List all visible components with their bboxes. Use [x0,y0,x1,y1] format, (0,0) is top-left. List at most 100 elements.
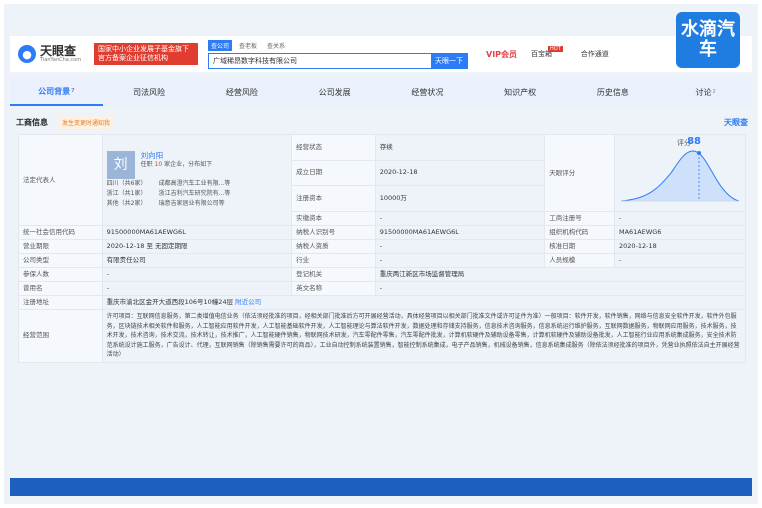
tab-company-background[interactable]: 公司背景 7 [10,78,103,106]
addr-value: 重庆市渝北区金开大道西段106号10幢24层 [106,298,234,306]
en-key: 英文名称 [291,281,376,296]
reg-value: - [613,211,747,226]
summary-num: 10 [154,161,163,168]
section-tabs: 公司背景 7 司法风险 经营风险 公司发展 经营状况 知识产权 历史信息 讨论 2 [10,78,752,106]
business-info-table: 法定代表人 刘 刘向阳 任职 10 家企业，分布如下 四川（共6家） 成都高澄汽车… [18,134,747,363]
company-dist-row[interactable]: 其他（共2家） 瑞意吉家居业有限公司等 [107,199,287,209]
promo-banner[interactable]: 国家中小企业发展子基金旗下 官方备案企业征信机构 [94,43,198,65]
watermark-logo: 水滴汽车 [676,12,740,68]
paid-value: - [374,211,546,226]
org-key: 组织机构代码 [544,225,615,240]
addr-key: 注册地址 [18,295,103,310]
taxq-value: - [374,239,546,254]
credit-value: 91500000MA61AEWG6L [101,225,293,240]
tab-history[interactable]: 历史信息 [567,78,660,106]
tab-label: 历史信息 [596,87,629,97]
brand-logo: 天眼查 [724,117,748,127]
logo-icon: ● [18,45,36,63]
hot-badge: HOT [548,46,563,52]
logo-text: 天眼查 [40,44,77,58]
type-value: 有限责任公司 [101,253,293,268]
promo-line-2: 官方备案企业征信机构 [98,54,168,62]
avatar[interactable]: 刘 [106,151,135,179]
score-cell[interactable]: 评分 88 [613,134,747,212]
search-tab-relation[interactable]: 查关系 [264,40,288,51]
former-value: - [101,281,293,296]
authority-key: 登记机关 [291,267,376,282]
search-tabs: 查公司 查老板 查关系 [208,39,468,51]
search-input[interactable] [209,53,431,68]
industry-value: - [374,253,546,268]
tab-label: 讨论 [695,87,712,97]
notify-button[interactable]: 发生变更时通知我 [58,115,115,129]
nav-partner[interactable]: 合作通道 [581,49,609,59]
company-dist-row[interactable]: 浙江（共1家） 浙江吉利汽车研究院有...等 [107,189,287,199]
dist-province: 其他（共2家） [106,200,147,207]
tab-label: 经营状况 [411,87,444,97]
top-bar: ● 天眼查 TianYanCha.com 国家中小企业发展子基金旗下 官方备案企… [10,36,752,72]
capital-key: 注册资本 [291,185,376,212]
legal-rep-summary: 任职 10 家企业，分布如下 [141,160,213,169]
legal-rep-name[interactable]: 刘向阳 [141,151,213,160]
logo[interactable]: ● 天眼查 TianYanCha.com [18,45,88,63]
section-header: 工商信息 发生变更时通知我 天眼查 [16,114,748,130]
score-key: 天眼评分 [544,134,615,212]
type-key: 公司类型 [18,253,103,268]
search-tab-company[interactable]: 查公司 [208,39,233,51]
score-value: 88 [687,136,701,147]
legal-rep-key: 法定代表人 [18,134,103,226]
company-dist-row[interactable]: 四川（共6家） 成都高澄汽车工业有限...等 [107,179,287,189]
tab-discussion[interactable]: 讨论 2 [659,78,752,106]
insured-value: - [101,267,293,282]
authority-value: 重庆两江新区市场监督管理局 [374,267,747,282]
dist-company: 瑞意吉家居业有限公司等 [158,200,225,207]
dist-province: 四川（共6家） [106,180,147,187]
org-value: MA61AEWG6 [613,225,747,240]
founded-key: 成立日期 [291,159,376,187]
tab-label: 知识产权 [504,87,537,97]
tab-business-risk[interactable]: 经营风险 [196,78,289,106]
approve-key: 核准日期 [544,239,615,254]
scale-value: - [613,253,747,268]
approve-value: 2020-12-18 [613,239,747,254]
capital-value: 10000万 [374,185,546,212]
summary-post: 家企业，分布如下 [164,161,213,168]
scope-value: 许可项目：互联网信息服务，第二类增值电信业务（依法须经批准的项目，经相关部门批准… [101,309,747,363]
search-box: 天眼一下 [208,52,468,69]
scale-key: 人员规模 [544,253,615,268]
tab-legal-risk[interactable]: 司法风险 [103,78,196,106]
score-chart: 评分 88 [619,137,741,209]
tab-count: 2 [712,89,716,95]
nav-vip[interactable]: VIP会员 [486,49,517,60]
tab-ip[interactable]: 知识产权 [474,78,567,106]
taxid-key: 纳税人识别号 [291,225,376,240]
search-tab-boss[interactable]: 查老板 [236,40,260,51]
tab-label: 司法风险 [133,87,166,97]
nav-toolbox[interactable]: 百宝箱HOT [531,46,567,59]
tab-label: 经营风险 [225,87,258,97]
bottom-bar [10,478,752,496]
nearby-link[interactable]: 附近公司 [235,298,261,306]
legal-rep-cell: 刘 刘向阳 任职 10 家企业，分布如下 四川（共6家） 成都高澄汽车工业有限..… [101,134,293,226]
former-key: 曾用名 [18,281,103,296]
status-key: 经营状态 [291,134,376,161]
credit-key: 统一社会信用代码 [18,225,103,240]
section-title: 工商信息 [16,117,48,127]
paid-key: 实缴资本 [291,211,376,226]
tab-label: 公司背景 [38,86,71,96]
logo-subtext: TianYanCha.com [40,57,82,63]
tab-label: 公司发展 [318,87,351,97]
term-key: 营业期限 [18,239,103,254]
dist-company: 成都高澄汽车工业有限...等 [158,180,231,187]
search-button[interactable]: 天眼一下 [431,53,467,68]
dist-province: 浙江（共1家） [106,190,147,197]
scope-key: 经营范围 [18,309,103,363]
promo-line-1: 国家中小企业发展子基金旗下 [98,45,189,53]
tab-operations[interactable]: 经营状况 [381,78,474,106]
tab-development[interactable]: 公司发展 [288,78,381,106]
search-area: 查公司 查老板 查关系 天眼一下 [208,39,468,69]
status-value: 存续 [374,134,546,161]
taxq-key: 纳税人资质 [291,239,376,254]
summary-pre: 任职 [140,161,153,168]
taxid-value: 91500000MA61AEWG6L [374,225,546,240]
